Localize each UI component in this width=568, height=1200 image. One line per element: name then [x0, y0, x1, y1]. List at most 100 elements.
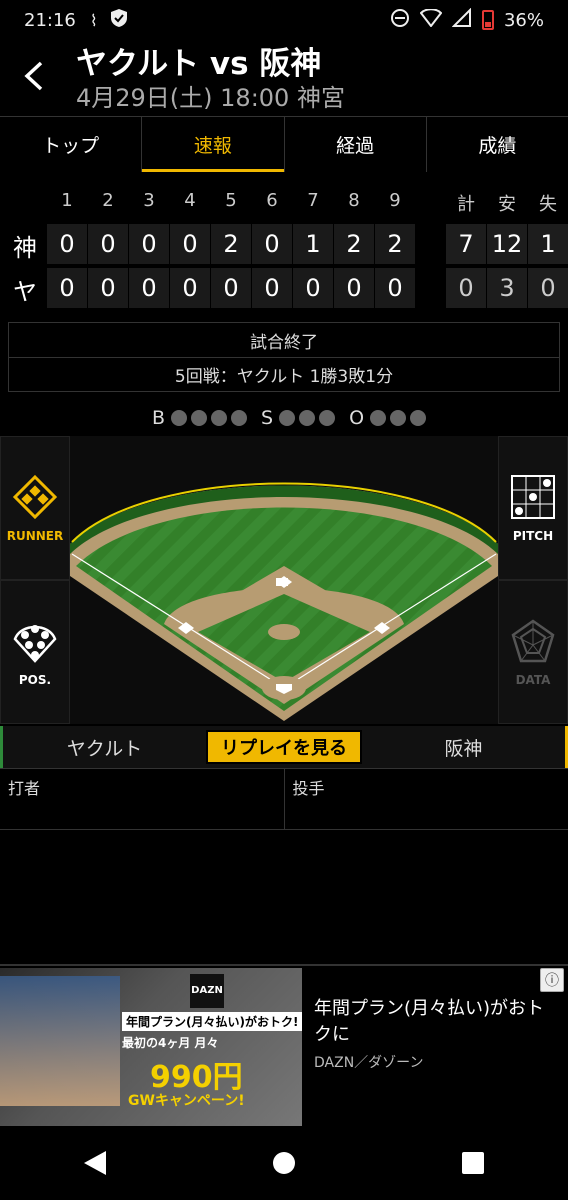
ad-image[interactable]: DAZN 年間プラン(月々払い)がおトク! 最初の4ヶ月 月々 990円 GWキ… — [0, 968, 302, 1126]
runner-diamond-icon — [12, 474, 58, 520]
inning-score: 0 — [170, 268, 210, 308]
wifi-calling-icon: ⌇ — [89, 10, 98, 30]
ad-campaign: GWキャンペーン! — [128, 1093, 245, 1109]
system-nav-bar — [0, 1126, 568, 1200]
bso-indicator: B S O — [0, 404, 568, 432]
ad-players-image — [0, 976, 120, 1106]
pitchers-mound — [268, 624, 300, 640]
ad-banner[interactable]: DAZN 年間プラン(月々払い)がおトク! 最初の4ヶ月 月々 990円 GWキ… — [0, 964, 568, 1126]
ad-offer: 最初の4ヶ月 月々 — [122, 1036, 219, 1050]
tab-live[interactable]: 速報 — [142, 117, 285, 172]
battery-percent: 36% — [503, 9, 544, 31]
back-button[interactable] — [14, 56, 54, 96]
inning-score: 0 — [129, 268, 169, 308]
ball-dot — [191, 410, 207, 426]
header: ヤクルト vs 阪神 4月29日(土) 18:00 神宮 — [0, 40, 568, 114]
team-switch: ヤクルト リプレイを見る 阪神 — [0, 726, 568, 768]
field-area: RUNNER POS. PITCH DATA — [0, 436, 568, 724]
ad-source: DAZN／ダゾーン — [314, 1055, 424, 1071]
inning-score: 0 — [375, 268, 415, 308]
status-time: 21:16 — [24, 9, 76, 31]
pitch-grid-icon — [511, 475, 555, 519]
inning-score: 2 — [375, 224, 415, 264]
wifi-icon — [419, 7, 443, 32]
inning-header: 2 — [102, 190, 114, 211]
tab-bar: トップ 速報 経過 成績 — [0, 116, 568, 172]
chevron-left-icon — [24, 61, 43, 91]
signal-icon — [451, 7, 472, 33]
total-score: 7 — [446, 224, 486, 264]
ball-dot — [171, 410, 187, 426]
inning-score: 0 — [252, 224, 292, 264]
team-tab-home[interactable]: ヤクルト — [3, 734, 206, 761]
inning-header: 7 — [307, 190, 319, 211]
nav-back-button[interactable] — [65, 1133, 125, 1193]
inning-score: 0 — [170, 224, 210, 264]
tab-top[interactable]: トップ — [0, 117, 143, 172]
batter-label: 打者 — [8, 779, 41, 798]
page-subtitle: 4月29日(土) 18:00 神宮 — [76, 84, 345, 112]
page-title: ヤクルト vs 阪神 — [76, 46, 322, 82]
total-header: 計 — [457, 194, 475, 215]
tab-progress[interactable]: 経過 — [285, 117, 427, 172]
game-status-box: 試合終了 5回戦：ヤクルト 1勝3敗1分 — [8, 322, 560, 392]
ball-dot — [231, 410, 247, 426]
out-dot — [410, 410, 427, 426]
strike-dot — [319, 410, 336, 426]
baseball-field — [70, 482, 498, 721]
positions-icon — [13, 625, 57, 663]
ad-headline: 年間プラン(月々払い)がおトク! — [122, 1012, 302, 1031]
strike-label: S — [261, 407, 274, 429]
scoreboard: 1 2 3 4 5 6 7 8 9 計安失神 0 0 0 0 2 0 1 2 2 7 12 1 ヤ 0 0 0 0 0 0 0 0 0 0 3 0 — [0, 182, 568, 312]
batter-pitcher-panel: 打者 投手 — [0, 768, 568, 830]
inning-score: 0 — [88, 224, 128, 264]
strike-dot — [279, 410, 296, 426]
pos-button[interactable]: POS. — [0, 580, 70, 724]
team-abbrev: ヤ — [13, 278, 37, 306]
inning-score: 0 — [88, 268, 128, 308]
ball-dot — [211, 410, 227, 426]
inning-header: 4 — [184, 190, 196, 211]
battery-icon — [481, 10, 494, 30]
runner-label: RUNNER — [6, 529, 64, 543]
tab-stats[interactable]: 成績 — [427, 117, 568, 172]
inning-score: 0 — [334, 268, 374, 308]
nav-home-button[interactable] — [254, 1133, 314, 1193]
ad-info-icon[interactable]: ⓘ — [540, 968, 564, 992]
inning-score: 2 — [334, 224, 374, 264]
inning-score: 0 — [47, 268, 87, 308]
total-header: 失 — [539, 194, 557, 215]
nav-recents-button[interactable] — [443, 1133, 503, 1193]
ball-label: B — [151, 407, 165, 429]
dnd-icon — [390, 8, 410, 33]
inning-score: 0 — [252, 268, 292, 308]
team-tab-away[interactable]: 阪神 — [362, 734, 565, 761]
inning-header: 8 — [348, 190, 360, 211]
pitch-button[interactable]: PITCH — [498, 436, 568, 580]
inning-header: 6 — [266, 190, 278, 211]
total-score: 0 — [528, 268, 568, 308]
circle-home-icon — [272, 1152, 295, 1174]
replay-button[interactable]: リプレイを見る — [206, 730, 362, 764]
inning-header: 9 — [389, 190, 401, 211]
data-button[interactable]: DATA — [498, 580, 568, 724]
inning-score: 1 — [293, 224, 333, 264]
pos-label: POS. — [18, 673, 52, 687]
square-recents-icon — [462, 1152, 485, 1174]
runner-button[interactable]: RUNNER — [0, 436, 70, 580]
inning-score: 0 — [129, 224, 169, 264]
status-right: 36% — [390, 7, 544, 33]
series-record: 5回戦：ヤクルト 1勝3敗1分 — [9, 357, 559, 391]
ad-title[interactable]: 年間プラン(月々払い)がおトクに — [314, 996, 558, 1048]
shield-icon — [110, 8, 128, 32]
inning-score: 0 — [211, 268, 251, 308]
inning-header: 5 — [225, 190, 237, 211]
total-header: 安 — [498, 194, 516, 215]
triangle-back-icon — [83, 1151, 106, 1175]
team-abbrev: 神 — [13, 234, 37, 262]
pitch-label: PITCH — [512, 529, 554, 543]
ad-logo: DAZN — [190, 974, 224, 1008]
status-bar: 21:16 ⌇ 36% — [0, 0, 568, 40]
pitcher-label: 投手 — [283, 769, 568, 829]
out-dot — [370, 410, 387, 426]
